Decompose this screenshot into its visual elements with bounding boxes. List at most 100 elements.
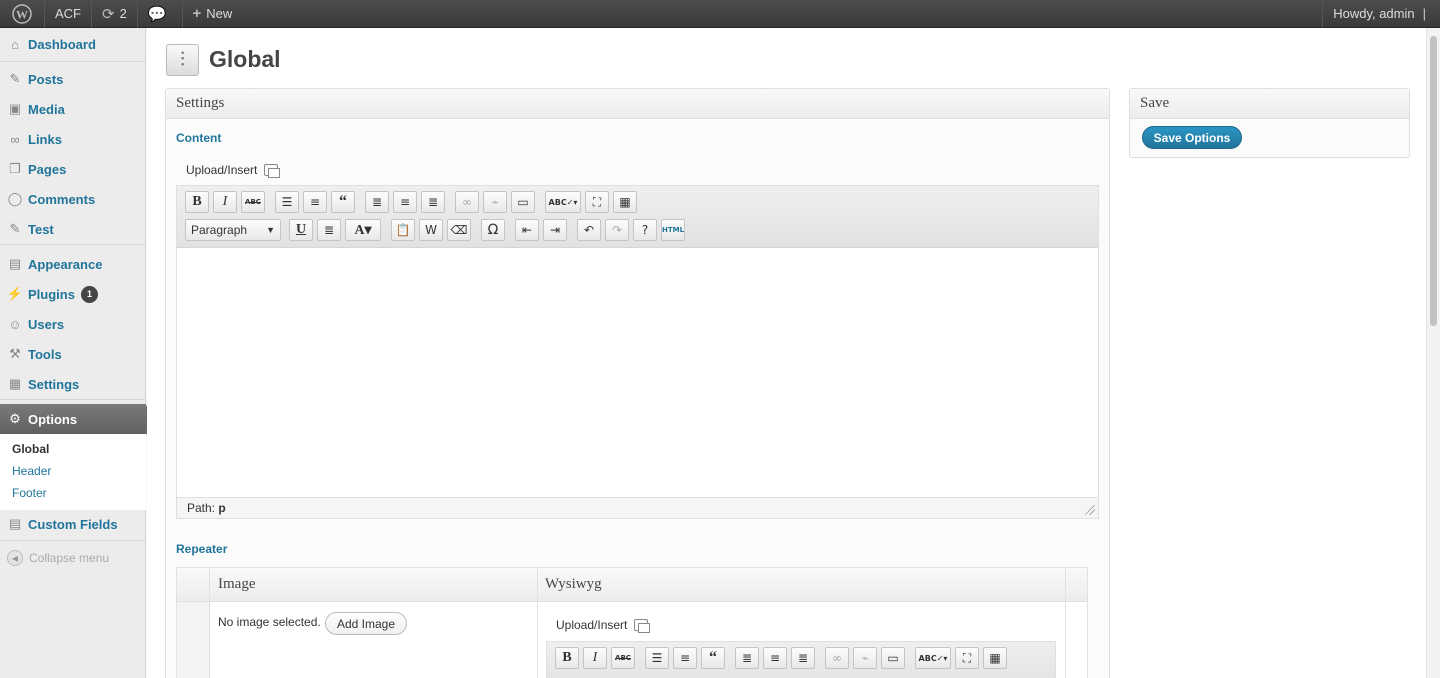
howdy-text: Howdy, admin (1333, 6, 1415, 21)
sidebar-item-label: Posts (28, 71, 64, 87)
updates-link[interactable]: ⟳ 2 (92, 0, 138, 28)
sidebar-item-label: Options (28, 411, 78, 427)
options-page-icon: ⫶ (166, 44, 199, 76)
add-image-button[interactable]: Add Image (325, 612, 407, 635)
blockquote-button[interactable]: “ (331, 191, 355, 213)
clear-formatting-button[interactable]: ⌫ (447, 219, 471, 241)
save-options-button[interactable]: Save Options (1142, 126, 1242, 149)
upload-insert-link[interactable]: Upload/Insert (186, 163, 281, 178)
bullet-list-button[interactable]: ☰ (645, 647, 669, 669)
sidebar-item-custom-fields[interactable]: ▤ Custom Fields (0, 509, 146, 539)
bold-button[interactable]: B (555, 647, 579, 669)
bullet-list-button[interactable]: ☰ (275, 191, 299, 213)
sidebar-item-appearance[interactable]: ▤ Appearance (0, 249, 146, 279)
comments-link[interactable]: 💬 (138, 0, 183, 28)
text-color-button[interactable]: A▾ (345, 219, 381, 241)
submenu-item-footer[interactable]: Footer (12, 486, 47, 500)
cursor-bar: | (1422, 6, 1426, 21)
repeater-header-row (177, 568, 1087, 602)
unlink-button[interactable]: ⌁ (483, 191, 507, 213)
sidebar-item-settings[interactable]: ▦ Settings (0, 369, 146, 399)
spellcheck-button[interactable]: ABC✓▾ (915, 647, 951, 669)
page-scrollbar[interactable] (1426, 28, 1440, 678)
updates-count: 2 (119, 6, 127, 21)
sidebar-item-dashboard[interactable]: ⌂ Dashboard (0, 29, 146, 59)
repeater-col-divider (537, 568, 538, 678)
repeater-row-order[interactable] (177, 602, 209, 678)
path-value[interactable]: p (218, 501, 225, 515)
account-link[interactable]: Howdy, admin | (1322, 0, 1440, 28)
sidebar-item-links[interactable]: ∞ Links (0, 124, 146, 154)
paste-text-button[interactable]: 📋 (391, 219, 415, 241)
kitchen-sink-button[interactable]: ▦ (613, 191, 637, 213)
wordpress-logo-icon[interactable]: W (0, 0, 45, 28)
media-upload-icon (264, 164, 281, 178)
sidebar-item-plugins[interactable]: ⚡ Plugins 1 (0, 279, 146, 309)
kitchen-sink-button[interactable]: ▦ (983, 647, 1007, 669)
sidebar-item-media[interactable]: ▣ Media (0, 94, 146, 124)
appearance-icon: ▤ (8, 256, 22, 271)
outdent-button[interactable]: ⇤ (515, 219, 539, 241)
strikethrough-button[interactable]: ABC (241, 191, 265, 213)
settings-postbox-title: Settings (166, 89, 1109, 119)
site-name-link[interactable]: ACF (45, 0, 92, 28)
toolbar-row-1: B I ABC ☰ ≡ “ ≣ ≡ ≣ ∞ ⌁ ▭ ABC✓▾ ⛶ ▦ (555, 647, 1011, 669)
sidebar-item-pages[interactable]: ❐ Pages (0, 154, 146, 184)
settings-icon: ▦ (8, 376, 22, 391)
sidebar-item-options[interactable]: ⚙ Options (0, 404, 146, 434)
sidebar-item-comments[interactable]: ◯ Comments (0, 184, 146, 214)
svg-text:W: W (16, 7, 28, 21)
scrollbar-thumb[interactable] (1430, 36, 1437, 326)
collapse-menu-button[interactable]: ◀ Collapse menu (7, 550, 109, 566)
align-left-button[interactable]: ≣ (365, 191, 389, 213)
upload-insert-link[interactable]: Upload/Insert (556, 618, 651, 633)
content-editor-area[interactable] (177, 248, 1098, 498)
fullscreen-button[interactable]: ⛶ (955, 647, 979, 669)
sidebar-item-posts[interactable]: ✎ Posts (0, 64, 146, 94)
sidebar-item-test[interactable]: ✎ Test (0, 214, 146, 244)
submenu-item-header[interactable]: Header (12, 464, 51, 478)
redo-button[interactable]: ↷ (605, 219, 629, 241)
spellcheck-button[interactable]: ABC✓▾ (545, 191, 581, 213)
special-character-button[interactable]: Ω (481, 219, 505, 241)
editor-toolbar: B I ABC ☰ ≡ “ ≣ ≡ ≣ ∞ ⌁ ▭ ABC✓▾ ⛶ ▦ Para… (177, 186, 1098, 248)
help-button[interactable]: ? (633, 219, 657, 241)
format-select[interactable]: Paragraph ▼ (185, 219, 281, 241)
blockquote-button[interactable]: “ (701, 647, 725, 669)
paste-word-button[interactable]: W (419, 219, 443, 241)
align-center-button[interactable]: ≡ (763, 647, 787, 669)
italic-button[interactable]: I (583, 647, 607, 669)
fullscreen-button[interactable]: ⛶ (585, 191, 609, 213)
resize-grip-icon[interactable] (1085, 505, 1095, 515)
unlink-button[interactable]: ⌁ (853, 647, 877, 669)
sidebar-item-label: Test (28, 221, 54, 237)
align-left-button[interactable]: ≣ (735, 647, 759, 669)
italic-button[interactable]: I (213, 191, 237, 213)
sidebar-item-label: Links (28, 131, 62, 147)
plugins-update-badge: 1 (80, 285, 98, 303)
underline-button[interactable]: U (289, 219, 313, 241)
justify-button[interactable]: ≣ (317, 219, 341, 241)
html-button[interactable]: HTML (661, 219, 685, 241)
align-center-button[interactable]: ≡ (393, 191, 417, 213)
numbered-list-button[interactable]: ≡ (673, 647, 697, 669)
sidebar-item-label: Users (28, 316, 65, 332)
undo-button[interactable]: ↶ (577, 219, 601, 241)
fields-icon: ▤ (8, 516, 22, 531)
align-right-button[interactable]: ≣ (791, 647, 815, 669)
new-content-link[interactable]: + New (183, 0, 243, 28)
insert-more-button[interactable]: ▭ (881, 647, 905, 669)
insert-more-button[interactable]: ▭ (511, 191, 535, 213)
indent-button[interactable]: ⇥ (543, 219, 567, 241)
repeater-wysiwyg-editor: B I ABC ☰ ≡ “ ≣ ≡ ≣ ∞ ⌁ ▭ ABC✓▾ ⛶ ▦ (546, 641, 1056, 678)
insert-link-button[interactable]: ∞ (825, 647, 849, 669)
bold-button[interactable]: B (185, 191, 209, 213)
submenu-item-global[interactable]: Global (12, 442, 49, 456)
align-right-button[interactable]: ≣ (421, 191, 445, 213)
admin-sidebar: ⌂ Dashboard ✎ Posts ▣ Media ∞ Links ❐ Pa… (0, 28, 155, 678)
strikethrough-button[interactable]: ABC (611, 647, 635, 669)
numbered-list-button[interactable]: ≡ (303, 191, 327, 213)
insert-link-button[interactable]: ∞ (455, 191, 479, 213)
sidebar-item-tools[interactable]: ⚒ Tools (0, 339, 146, 369)
sidebar-item-users[interactable]: ☺ Users (0, 309, 146, 339)
